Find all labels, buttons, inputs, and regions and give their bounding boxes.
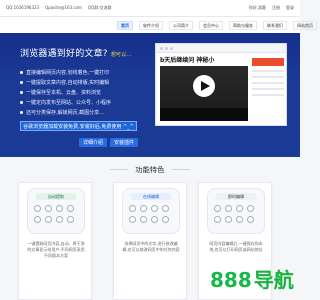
window-dot-icon — [165, 46, 168, 50]
watermark-text: 导航 — [253, 268, 294, 292]
bullet-icon — [20, 111, 23, 114]
card-description: 一键提取网页内容,自动、将干净的文章显示给用户,不同网页采用不同版本方案 — [27, 241, 85, 258]
card-description: 选择网页中的文字,进行修改编辑,也可以修改网页中的任何内容 — [122, 241, 180, 252]
hero-title-highlight: 想可以... — [110, 52, 132, 58]
tool-icon — [34, 216, 41, 223]
sidebar-line — [252, 76, 284, 78]
screenshot-title: b天后继续问 神秘小 — [160, 57, 215, 64]
tool-icon — [225, 216, 232, 223]
tool-icon — [214, 205, 221, 212]
browser-toolbar — [156, 44, 286, 53]
video-controls[interactable] — [160, 108, 248, 121]
tool-icon — [151, 205, 158, 212]
tool-icon — [214, 216, 221, 223]
tool-icon — [140, 216, 147, 223]
sidebar-line — [252, 82, 284, 84]
tool-icon — [151, 216, 158, 223]
sidebar-banner — [252, 58, 284, 66]
tool-icon — [236, 205, 243, 212]
install-cta[interactable]: 谷歌浏览器加载安装免费,安装好后,免费使用 ^_^ — [20, 121, 137, 131]
bullet-icon — [20, 71, 23, 74]
tool-icon — [236, 216, 243, 223]
nav-item-home[interactable]: 首页 — [117, 21, 133, 30]
register-link[interactable]: 注册 — [272, 5, 280, 11]
play-icon[interactable] — [193, 75, 215, 97]
nav-item-company[interactable]: 公司简介 — [169, 21, 193, 30]
bullet-icon — [20, 91, 23, 94]
tool-icon — [162, 216, 169, 223]
feature-text: 一键定向发布至网站、公众号、小程序 — [26, 100, 112, 106]
feature-item: 还可分类保存,解锁网页,截图分享... — [20, 109, 111, 116]
tool-icon — [140, 205, 147, 212]
tool-icon — [45, 216, 52, 223]
video-player[interactable] — [160, 66, 248, 121]
sidebar-line — [252, 70, 284, 72]
card-title: 自动提取 — [36, 193, 76, 200]
card-description: 网页内容编辑后,一键保存到本地,也可以打印网页或网站地址 — [209, 241, 263, 252]
top-info-bar: QQ:1636196323 Qpasite@163.com QQ群:交流群 你好… — [0, 0, 300, 17]
nav-item-help[interactable]: 帮助与服务 — [229, 21, 257, 30]
sidebar-line — [252, 88, 284, 90]
watermark-number: 888 — [210, 268, 252, 292]
card-preview: 在线编辑 — [122, 188, 180, 234]
tool-icon — [45, 205, 52, 212]
bullet-icon — [20, 81, 23, 84]
tool-icon — [67, 216, 74, 223]
card-title: 在线编辑 — [131, 193, 171, 200]
tool-icon — [247, 205, 254, 212]
nav-item-contact[interactable]: 联系我们 — [263, 21, 287, 30]
guest-greeting: 你好,游客 — [248, 5, 266, 10]
feature-text: 还可分类保存,解锁网页,截图分享... — [26, 110, 104, 116]
tool-icon — [56, 216, 63, 223]
feature-item: 一键定向发布至网站、公众号、小程序 — [20, 99, 111, 106]
feature-item: 直接编辑网页内容,划线着色,一键打印 — [20, 69, 111, 76]
hero-title: 浏览器遇到好的文章? 想可以... — [20, 46, 132, 59]
watermark-logo: 888 导航 — [210, 270, 294, 290]
login-link[interactable]: 登录 — [286, 5, 294, 11]
nav-item-software[interactable]: 软件介绍 — [139, 21, 163, 30]
window-dot-icon — [170, 46, 173, 50]
feature-card-extract: 自动提取 一键提取网页内容,自动、将干净的文章显示给用户,不同网页采用不同版本方… — [18, 182, 92, 300]
tool-icon — [129, 205, 136, 212]
feature-text: 一键提取文章内容,自动排版,实时编辑 — [26, 80, 110, 86]
tool-icon — [67, 205, 74, 212]
bullet-icon — [20, 101, 23, 104]
tool-icon — [247, 216, 254, 223]
user-links: 你好,游客 注册 登录 — [249, 5, 294, 11]
nav-item-site-home[interactable]: 网站首页 — [293, 21, 317, 30]
card-title: 即时编辑 — [216, 193, 256, 200]
contact-group: QQ群:交流群 — [87, 5, 112, 10]
tool-icon — [34, 205, 41, 212]
feature-item: 一键提取文章内容,自动排版,实时编辑 — [20, 79, 111, 86]
contact-info: QQ:1636196323 Qpasite@163.com QQ群:交流群 — [6, 5, 112, 11]
tool-icon — [162, 205, 169, 212]
product-screenshot: b天后继续问 神秘小 — [155, 43, 287, 126]
install-plugin-button[interactable]: 安装插件 — [110, 138, 139, 147]
nav-item-member[interactable]: 会员中心 — [199, 21, 223, 30]
feature-text: 直接编辑网页内容,划线着色,一键打印 — [26, 70, 110, 76]
main-nav: 首页 软件介绍 公司简介 会员中心 帮助与服务 联系我们 网站首页 — [0, 17, 317, 33]
contact-qq: QQ:1636196323 — [6, 5, 40, 10]
hero-banner: 浏览器遇到好的文章? 想可以... 直接编辑网页内容,划线着色,一键打印 一键提… — [0, 33, 300, 157]
detail-button[interactable]: 详细介绍 — [79, 138, 108, 147]
sidebar-line — [252, 94, 284, 96]
contact-email: Qpasite@163.com — [45, 5, 82, 10]
section-title: 功能特色 — [135, 166, 165, 174]
feature-card-edit: 在线编辑 选择网页中的文字,进行修改编辑,也可以修改网页中的任何内容 — [113, 182, 187, 300]
feature-item: 一键保存至本机、云盘、资料浏览 — [20, 89, 111, 96]
tool-icon — [56, 205, 63, 212]
feature-text: 一键保存至本机、云盘、资料浏览 — [26, 90, 102, 96]
feature-list: 直接编辑网页内容,划线着色,一键打印 一键提取文章内容,自动排版,实时编辑 一键… — [20, 69, 111, 116]
window-dot-icon — [160, 46, 163, 50]
card-preview: 自动提取 — [27, 188, 85, 234]
tool-icon — [129, 216, 136, 223]
screenshot-sidebar — [252, 58, 284, 120]
section-divider — [172, 169, 190, 170]
hero-title-main: 浏览器遇到好的文章? — [20, 49, 108, 59]
card-preview: 即时编辑 — [207, 188, 265, 234]
tool-icon — [225, 205, 232, 212]
